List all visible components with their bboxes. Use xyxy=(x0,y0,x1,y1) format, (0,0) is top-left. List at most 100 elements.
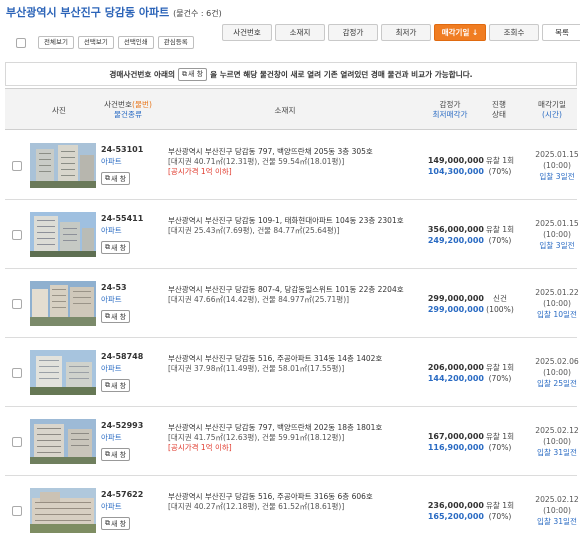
sale-date: 2025.02.06 xyxy=(535,357,579,366)
new-window-button[interactable]: ⧉ 새 창 xyxy=(101,379,131,392)
property-thumbnail[interactable] xyxy=(30,488,96,533)
notice-prefix: 경매사건번호 아래의 xyxy=(109,69,175,79)
new-window-button[interactable]: ⧉ 새 창 xyxy=(101,448,131,461)
new-window-label: 새 창 xyxy=(111,174,127,183)
days-left: 입찰 10일전 xyxy=(536,310,578,319)
sale-date: 2025.02.12 xyxy=(535,495,579,504)
status-block: 유찰 1회 (70%) xyxy=(480,500,520,522)
sort-minprice-button[interactable]: 최저가 xyxy=(381,24,431,41)
property-thumbnail[interactable] xyxy=(30,419,96,464)
appraisal-price: 149,000,000 xyxy=(427,156,484,165)
area-info: [대지권 41.75㎡(12.63평), 건물 59.91㎡(18.12평)] xyxy=(168,433,345,442)
price-block: 167,000,000 116,900,000 xyxy=(410,431,484,453)
table-row: 24-57622 아파트 ⧉ 새 창 부산광역시 부산진구 당감동 516, 주공… xyxy=(5,476,579,540)
price-block: 299,000,000 299,000,000 xyxy=(410,293,484,315)
min-price: 144,200,000 xyxy=(427,374,484,383)
property-type: 아파트 xyxy=(101,157,122,166)
property-thumbnail[interactable] xyxy=(30,212,96,257)
sort-caseno-button[interactable]: 사건번호 xyxy=(222,24,272,41)
property-address[interactable]: 부산광역시 부산진구 당감동 516, 주공아파트 314동 14층 1402호… xyxy=(168,354,408,374)
col-appraisal: 감정가 xyxy=(439,100,461,109)
property-type: 아파트 xyxy=(101,502,122,511)
auction-status: 유찰 1회 xyxy=(485,432,515,441)
row-checkbox[interactable] xyxy=(12,437,22,447)
property-address[interactable]: 부산광역시 부산진구 당감동 807-4, 당감동일스위트 101동 22층 2… xyxy=(168,285,408,305)
price-ratio: (70%) xyxy=(488,374,512,383)
new-window-label: 새 창 xyxy=(111,519,127,528)
case-number[interactable]: 24-58748 xyxy=(101,352,143,361)
property-thumbnail[interactable] xyxy=(30,143,96,188)
row-checkbox[interactable] xyxy=(12,161,22,171)
item-count: (물건수 : 6건) xyxy=(173,9,222,18)
new-window-label: 새 창 xyxy=(111,243,127,252)
case-number[interactable]: 24-53101 xyxy=(101,145,143,154)
address-text: 부산광역시 부산진구 당감동 516, 주공아파트 316동 6층 606호 xyxy=(168,492,373,501)
col-time-label: (시간) xyxy=(542,110,562,119)
days-left: 입찰 31일전 xyxy=(536,448,578,457)
add-favorite-button[interactable]: 관심등록 xyxy=(157,36,194,49)
row-checkbox[interactable] xyxy=(12,299,22,309)
case-number[interactable]: 24-53 xyxy=(101,283,127,292)
select-all-checkbox[interactable] xyxy=(16,37,26,48)
area-info: [대지권 25.43㎡(7.69평), 건물 84.77㎡(25.64평)] xyxy=(168,226,340,235)
col-caseno[interactable]: 사건번호(물번) 물건종류 xyxy=(93,100,163,120)
price-block: 356,000,000 249,200,000 xyxy=(410,224,484,246)
price-ratio: (70%) xyxy=(488,512,512,521)
area-info: [대지권 37.98㎡(11.49평), 건물 58.01㎡(17.55평)] xyxy=(168,364,345,373)
property-thumbnail[interactable] xyxy=(30,350,96,395)
new-window-label: 새 창 xyxy=(111,450,127,459)
view-selected-button[interactable]: 선택보기 xyxy=(77,36,114,49)
print-selected-button[interactable]: 선택인쇄 xyxy=(117,36,154,49)
row-checkbox[interactable] xyxy=(12,230,22,240)
col-minprice: 최저매각가 xyxy=(432,110,468,119)
min-price: 116,900,000 xyxy=(427,443,484,452)
sort-saledate-button[interactable]: 매각기일 ↓ xyxy=(434,24,486,41)
table-header: 사진 사건번호(물번) 물건종류 소재지 감정가 최저매각가 진행 상태 매각기… xyxy=(5,88,577,130)
new-window-label: 새 창 xyxy=(111,381,127,390)
col-location: 소재지 xyxy=(274,106,296,115)
new-window-button[interactable]: ⧉ 새 창 xyxy=(101,241,131,254)
view-all-button[interactable]: 전체보기 xyxy=(38,36,74,49)
price-block: 149,000,000 104,300,000 xyxy=(410,155,484,177)
table-row: 24-53 아파트 ⧉ 새 창 부산광역시 부산진구 당감동 807-4, 당감동… xyxy=(5,269,579,338)
status-block: 유찰 1회 (70%) xyxy=(480,362,520,384)
auction-status: 유찰 1회 xyxy=(485,501,515,510)
status-block: 신건 (100%) xyxy=(480,293,520,315)
property-address[interactable]: 부산광역시 부산진구 당감동 109-1, 태화현대아파트 104동 23층 2… xyxy=(168,216,408,236)
area-info: [대지권 47.66㎡(14.42평), 건물 84.977㎡(25.71평)] xyxy=(168,295,350,304)
row-checkbox[interactable] xyxy=(12,506,22,516)
list-view-button[interactable]: 목록 xyxy=(542,24,580,41)
min-price: 249,200,000 xyxy=(427,236,484,245)
property-thumbnail[interactable] xyxy=(30,281,96,326)
date-block: 2025.01.15 (10:00) 입찰 3일전 xyxy=(529,218,580,251)
new-window-button[interactable]: ⧉ 새 창 xyxy=(101,172,131,185)
new-window-label: 새 창 xyxy=(111,312,127,321)
case-number[interactable]: 24-52993 xyxy=(101,421,143,430)
sort-location-button[interactable]: 소재지 xyxy=(275,24,325,41)
property-type: 아파트 xyxy=(101,226,122,235)
appraisal-price: 236,000,000 xyxy=(427,501,484,510)
sale-date: 2025.01.15 xyxy=(535,150,579,159)
property-address[interactable]: 부산광역시 부산진구 당감동 797, 백양뜨란채 202동 18층 1801호… xyxy=(168,423,408,453)
new-window-button[interactable]: ⧉ 새 창 xyxy=(101,517,131,530)
days-left: 입찰 3일전 xyxy=(539,241,575,250)
auction-list: 24-53101 아파트 ⧉ 새 창 부산광역시 부산진구 당감동 797, 백양… xyxy=(5,131,580,540)
property-address[interactable]: 부산광역시 부산진구 당감동 516, 주공아파트 316동 6층 606호 [… xyxy=(168,492,408,512)
property-type: 아파트 xyxy=(101,364,122,373)
col-price[interactable]: 감정가 최저매각가 xyxy=(415,100,485,120)
status-block: 유찰 1회 (70%) xyxy=(480,155,520,177)
sale-time: (10:00) xyxy=(543,437,571,446)
sort-views-button[interactable]: 조회수 xyxy=(489,24,539,41)
new-window-button[interactable]: ⧉ 새 창 xyxy=(101,310,131,323)
row-checkbox[interactable] xyxy=(12,368,22,378)
price-block: 236,000,000 165,200,000 xyxy=(410,500,484,522)
sort-appraisal-button[interactable]: 감정가 xyxy=(328,24,378,41)
area-info: [대지권 40.27㎡(12.18평), 건물 61.52㎡(18.61평)] xyxy=(168,502,345,511)
property-address[interactable]: 부산광역시 부산진구 당감동 797, 백양뜨란채 205동 3층 305호 [… xyxy=(168,147,408,177)
property-type: 아파트 xyxy=(101,433,122,442)
case-number[interactable]: 24-57622 xyxy=(101,490,143,499)
col-saledate[interactable]: 매각기일 (시간) xyxy=(527,100,577,120)
page-title: 부산광역시 부산진구 당감동 아파트 (물건수 : 6건) xyxy=(6,4,222,20)
case-number[interactable]: 24-55411 xyxy=(101,214,143,223)
new-window-icon: ⧉ xyxy=(105,174,110,182)
